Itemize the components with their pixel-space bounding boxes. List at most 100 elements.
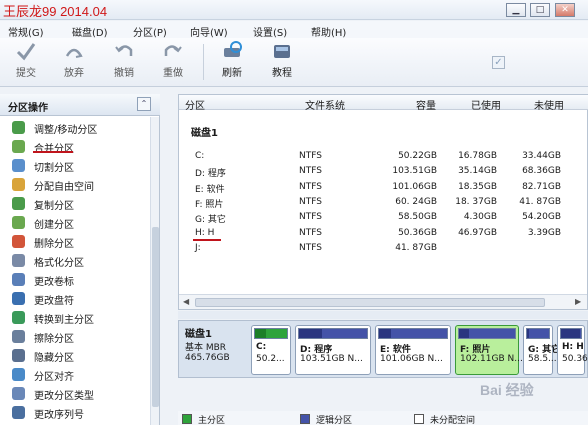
legend-label: 逻辑分区 — [316, 416, 353, 425]
op-wipe[interactable]: 擦除分区 — [0, 327, 150, 346]
free: 41. 87GB — [519, 196, 561, 207]
usage-fill — [561, 329, 580, 338]
op-resize-move[interactable]: 调整/移动分区 — [0, 118, 150, 137]
partition-size: 103.51GB N... — [300, 354, 363, 364]
partition-operations-panel: 分区操作 ⌃ 调整/移动分区 合并分区 切割分区 分配自由空间 复制分区 创建分… — [0, 94, 160, 425]
collapse-button[interactable]: ⌃ — [137, 97, 151, 111]
legend-primary: 主分区 — [182, 413, 225, 425]
partition-block[interactable]: D: 程序 103.51GB N... — [295, 325, 371, 375]
legend-label: 未分配空间 — [430, 416, 476, 425]
capacity: 50.36GB — [398, 227, 437, 238]
redo-icon — [164, 45, 182, 56]
op-label: 更改序列号 — [34, 410, 84, 421]
table-row[interactable]: D: 程序 NTFS 103.51GB 35.14GB 68.36GB — [179, 164, 587, 179]
usage-bar — [458, 328, 516, 339]
close-button[interactable]: ✕ — [555, 3, 575, 17]
table-row[interactable]: H: H NTFS 50.36GB 46.97GB 3.39GB — [179, 226, 587, 241]
op-split[interactable]: 切割分区 — [0, 156, 150, 175]
convert-icon — [12, 311, 25, 324]
col-capacity[interactable]: 容量 — [416, 97, 436, 112]
serial-icon — [12, 406, 25, 419]
menu-settings[interactable]: 设置(S) — [253, 24, 287, 39]
op-create[interactable]: 创建分区 — [0, 213, 150, 232]
menu-partition[interactable]: 分区(P) — [133, 24, 167, 39]
table-row[interactable]: C: NTFS 50.22GB 16.78GB 33.44GB — [179, 149, 587, 164]
operation-list: 调整/移动分区 合并分区 切割分区 分配自由空间 复制分区 创建分区 删除分区 … — [0, 118, 150, 422]
used: 46.97GB — [458, 227, 497, 238]
usage-fill — [255, 329, 266, 338]
op-align[interactable]: 分区对齐 — [0, 365, 150, 384]
tutorial-button[interactable]: 教程 — [262, 40, 302, 79]
disk-label: 磁盘1 — [191, 128, 218, 139]
redo-button[interactable]: 重做 — [153, 40, 193, 79]
op-copy[interactable]: 复制分区 — [0, 194, 150, 213]
copy-icon — [12, 197, 25, 210]
table-row[interactable]: F: 照片 NTFS 60. 24GB 18. 37GB 41. 87GB — [179, 195, 587, 210]
op-delete[interactable]: 删除分区 — [0, 232, 150, 251]
op-hide[interactable]: 隐藏分区 — [0, 346, 150, 365]
undo-label: 撤销 — [114, 68, 134, 79]
filesystem: NTFS — [299, 166, 322, 177]
col-partition[interactable]: 分区 — [185, 97, 205, 112]
toolbar-checkbox[interactable]: ✓ — [492, 56, 505, 69]
scroll-thumb[interactable] — [152, 227, 159, 407]
table-row[interactable]: G: 其它 NTFS 58.50GB 4.30GB 54.20GB — [179, 210, 587, 225]
op-label: 擦除分区 — [34, 334, 74, 345]
partition-block[interactable]: H: H 50.36... — [557, 325, 588, 375]
scroll-thumb[interactable] — [195, 298, 545, 307]
partition-block[interactable]: E: 软件 101.06GB N... — [375, 325, 451, 375]
menu-disk[interactable]: 磁盘(D) — [72, 24, 108, 39]
splitter[interactable] — [178, 311, 588, 319]
partition-block[interactable]: F: 照片 102.11GB N... — [455, 325, 523, 375]
partition-name: J: — [195, 242, 201, 253]
refresh-icon — [224, 41, 242, 57]
menu-wizard[interactable]: 向导(W) — [190, 24, 228, 39]
table-row[interactable]: J: NTFS 41. 87GB — [179, 241, 587, 256]
refresh-button[interactable]: 刷新 — [212, 40, 252, 79]
op-change-serial[interactable]: 更改序列号 — [0, 403, 150, 422]
op-change-label[interactable]: 更改卷标 — [0, 270, 150, 289]
discard-button[interactable]: 放弃 — [54, 40, 94, 79]
usage-bar — [526, 328, 550, 339]
redo-label: 重做 — [163, 68, 183, 79]
maximize-button[interactable]: □ — [530, 3, 550, 17]
op-label: 分配自由空间 — [34, 182, 94, 193]
table-row[interactable]: E: 软件 NTFS 101.06GB 18.35GB 82.71GB — [179, 180, 587, 195]
partition-table: 分区 文件系统 容量 已使用 未使用 磁盘1 C: NTFS 50.22GB 16.7… — [178, 94, 588, 310]
partition-name: C: — [195, 151, 205, 161]
label-icon — [12, 273, 25, 286]
op-label: 调整/移动分区 — [34, 125, 98, 136]
partition-block[interactable]: G: 其它 58.5... — [523, 325, 560, 375]
free: 68.36GB — [522, 166, 561, 177]
op-label: 创建分区 — [34, 220, 74, 231]
menu-general[interactable]: 常规(G) — [8, 24, 44, 39]
resize-icon — [12, 121, 25, 134]
scroll-left-icon[interactable]: ◀ — [183, 297, 189, 306]
op-allocate-free[interactable]: 分配自由空间 — [0, 175, 150, 194]
title-bar: 王辰龙99 2014.04 ▁ □ ✕ — [0, 0, 588, 20]
op-change-type[interactable]: 更改分区类型 — [0, 384, 150, 403]
undo-button[interactable]: 撤销 — [104, 40, 144, 79]
horizontal-scrollbar[interactable]: ◀ ▶ — [179, 294, 587, 309]
partition-name: F: 照片 — [195, 199, 224, 210]
op-label: 删除分区 — [34, 239, 74, 250]
op-convert-primary[interactable]: 转换到主分区 — [0, 308, 150, 327]
minimize-button[interactable]: ▁ — [506, 3, 526, 17]
delete-icon — [12, 235, 25, 248]
menu-help[interactable]: 帮助(H) — [311, 24, 346, 39]
usage-bar — [560, 328, 582, 339]
partition-block[interactable]: C: 50.2... — [251, 325, 291, 375]
sidebar-scrollbar[interactable] — [150, 117, 159, 425]
scroll-right-icon[interactable]: ▶ — [575, 297, 581, 306]
op-merge[interactable]: 合并分区 — [0, 137, 150, 156]
op-format[interactable]: 格式化分区 — [0, 251, 150, 270]
usage-fill — [379, 329, 392, 338]
col-filesystem[interactable]: 文件系统 — [305, 97, 345, 112]
capacity: 101.06GB — [392, 181, 437, 192]
op-change-letter[interactable]: 更改盘符 — [0, 289, 150, 308]
submit-button[interactable]: 提交 — [6, 40, 46, 79]
partition-name: D: 程序 — [195, 169, 226, 180]
panel-header: 分区操作 ⌃ — [0, 94, 160, 116]
col-used[interactable]: 已使用 — [471, 97, 501, 112]
col-free[interactable]: 未使用 — [534, 97, 564, 112]
